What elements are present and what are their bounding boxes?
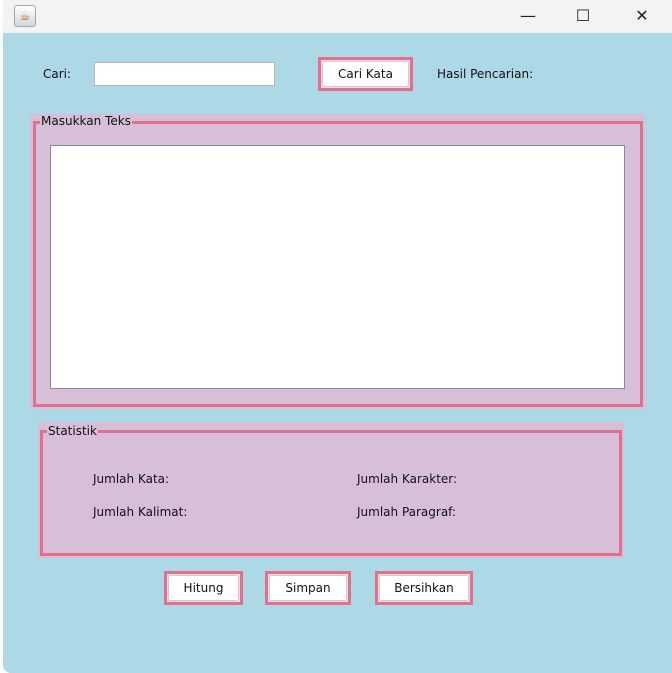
clear-button[interactable]: Bersihkan	[375, 571, 473, 605]
search-button-label[interactable]: Cari Kata	[322, 61, 409, 87]
sentence-count-label: Jumlah Kalimat:	[93, 505, 188, 519]
title-bar: ☕ — ☐ ✕	[3, 0, 672, 33]
save-button-label[interactable]: Simpan	[269, 575, 347, 601]
stats-panel-border	[40, 430, 622, 556]
minimize-icon[interactable]: —	[508, 4, 548, 28]
count-button[interactable]: Hitung	[164, 571, 243, 605]
stats-panel-title: Statistik	[47, 424, 98, 438]
paragraph-count-label: Jumlah Paragraf:	[357, 505, 457, 519]
text-input-area[interactable]	[50, 145, 625, 389]
search-button[interactable]: Cari Kata	[318, 57, 413, 91]
search-label: Cari:	[43, 67, 72, 81]
close-icon[interactable]: ✕	[622, 4, 662, 28]
search-input[interactable]	[94, 62, 275, 86]
clear-button-label[interactable]: Bersihkan	[379, 575, 469, 601]
maximize-icon[interactable]: ☐	[563, 4, 603, 28]
text-panel-title: Masukkan Teks	[40, 114, 132, 128]
word-count-label: Jumlah Kata:	[93, 472, 170, 486]
java-coffee-icon[interactable]: ☕	[14, 5, 36, 27]
count-button-label[interactable]: Hitung	[168, 575, 239, 601]
search-result-label: Hasil Pencarian:	[437, 67, 534, 81]
char-count-label: Jumlah Karakter:	[357, 472, 458, 486]
save-button[interactable]: Simpan	[265, 571, 351, 605]
